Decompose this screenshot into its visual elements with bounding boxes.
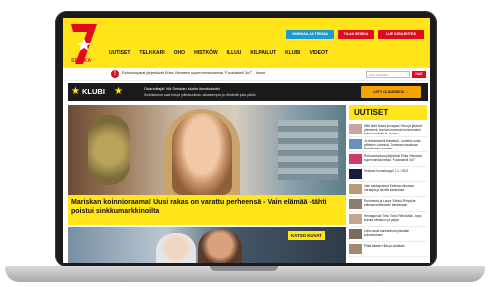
plant-decoration [88,115,130,185]
news-thumbnail [349,124,362,134]
sidebar-title: UUTISET [354,108,389,117]
laptop-notch [210,266,278,271]
main-headline-box[interactable]: Mariskan koinnioraama! Uusi rakas on var… [68,195,346,225]
news-list: Mitä tietä Navid kuvapaa? Miot ja jäsene… [349,122,427,257]
list-item[interactable]: Seiskan horoskooppi 7.1 / 2021 [349,167,427,182]
person-face [172,113,232,195]
list-item[interactable]: Rohuranta ja Laura Ylänkö-Rimpulte elämi… [349,197,427,212]
vinkkaa-button[interactable]: VINKKAA JA TIENAA [286,30,334,39]
shelf-decoration [278,120,338,180]
sidebar-header: UUTISET [349,105,427,120]
news-thumbnail [349,169,362,179]
katso-kuvat-badge: KATSO KUVAT [288,231,325,240]
list-item[interactable]: Vain kakkapoimut Keimaa viimassa ohraapa… [349,182,427,197]
list-item[interactable]: Leila uusia sankarinsa työssään kuhahduk… [349,227,427,242]
nav-item-telkkari[interactable]: TELKKARI [139,50,164,56]
list-item[interactable]: Pitkä aikaan Hilla ja sekäiset... [349,242,427,257]
news-title[interactable]: Rohuraukelupa järjestivät Erika Vikmanin… [364,154,426,164]
news-title[interactable]: Pitkä aikaan Hilla ja sekäiset... [364,244,426,254]
nav-item-oho[interactable]: OHO [174,50,185,56]
news-title[interactable]: Seiskan horoskooppi 7.1 / 2021 [364,169,426,179]
person-right [198,230,242,263]
klubi-text-primary: Osanottajat Viä Seiskan klubin ilmoituks… [144,86,220,91]
news-title[interactable]: Jo lindarsaaimi tekstissä - uudeksi uutt… [364,139,426,149]
list-item[interactable]: Mitä tietä Navid kuvapaa? Miot ja jäsene… [349,122,427,137]
search-button[interactable]: HAE [412,71,426,78]
news-title[interactable]: Rohuranta ja Laura Ylänkö-Rimpulte elämi… [364,199,426,209]
digilehti-button[interactable]: LUE DIGILEHTEÄ [378,30,424,39]
nav-item-klubi[interactable]: KLUBI [285,50,300,56]
news-thumbnail [349,214,362,224]
nav-item-illuu[interactable]: ILLUU [227,50,242,56]
person-left [156,233,196,263]
browser-screen: SEISKA VINKKAA JA TIENAA TILAA SEISKA LU… [63,18,430,263]
news-thumbnail [349,184,362,194]
news-thumbnail [349,199,362,209]
news-title[interactable]: Vain kakkapoimut Keimaa viimassa ohraapa… [364,184,426,194]
tilaa-button[interactable]: TILAA SEISKA [338,30,374,39]
star-icon: ★ [114,86,123,97]
main-nav: UUTISET TELKKARI OHO HISTKÖW ILLUU KILPA… [109,50,328,56]
klubi-banner[interactable]: ★ KLUBI ★ Osanottajat Viä Seiskan klubin… [68,83,428,101]
list-item[interactable]: Hentagunda Timo Toivo Rebollalla - tapa … [349,212,427,227]
list-item[interactable]: Rohuraukelupa järjestivät Erika Vikmanin… [349,152,427,167]
main-headline[interactable]: Mariskan koinnioraama! Uusi rakas on var… [71,198,341,216]
join-klubi-button[interactable]: LIITY CLAUDEKSI → [361,86,421,98]
site-header: SEISKA VINKKAA JA TIENAA TILAA SEISKA LU… [63,18,430,68]
exclamation-icon: ! [111,70,119,78]
breaking-news-bar: ! Rohunkupalat järjestävät Erika Vikmani… [63,68,430,81]
klubi-logo: KLUBI [82,87,105,96]
nav-item-uutiset[interactable]: UUTISET [109,50,130,56]
news-title[interactable]: Mitä tietä Navid kuvapaa? Miot ja jäsene… [364,124,426,134]
search-input[interactable]: Hae sivustolta [366,71,410,78]
klubi-text-secondary: Klubilaisena saat tutuja julkkisuutisia,… [144,93,257,97]
news-title[interactable]: Leila uusia sankarinsa työssään kuhahduk… [364,229,426,239]
second-article-image[interactable]: KATSO KUVAT [68,227,346,263]
news-thumbnail [349,244,362,254]
hero-image[interactable] [68,105,346,195]
nav-item-kilpailut[interactable]: KILPAILUT [250,50,276,56]
news-thumbnail [349,229,362,239]
list-item[interactable]: Jo lindarsaaimi tekstissä - uudeksi uutt… [349,137,427,152]
news-thumbnail [349,139,362,149]
logo-name: SEISKA [71,58,92,64]
nav-item-videot[interactable]: VIDEOT [309,50,328,56]
news-title[interactable]: Hentagunda Timo Toivo Rebollalla - tapa … [364,214,426,224]
news-thumbnail [349,154,362,164]
nav-item-histkow[interactable]: HISTKÖW [194,50,218,56]
star-icon: ★ [71,86,80,97]
breaking-news-link[interactable]: Rohunkupalat järjestävät Erika Vikmanin … [122,71,265,75]
